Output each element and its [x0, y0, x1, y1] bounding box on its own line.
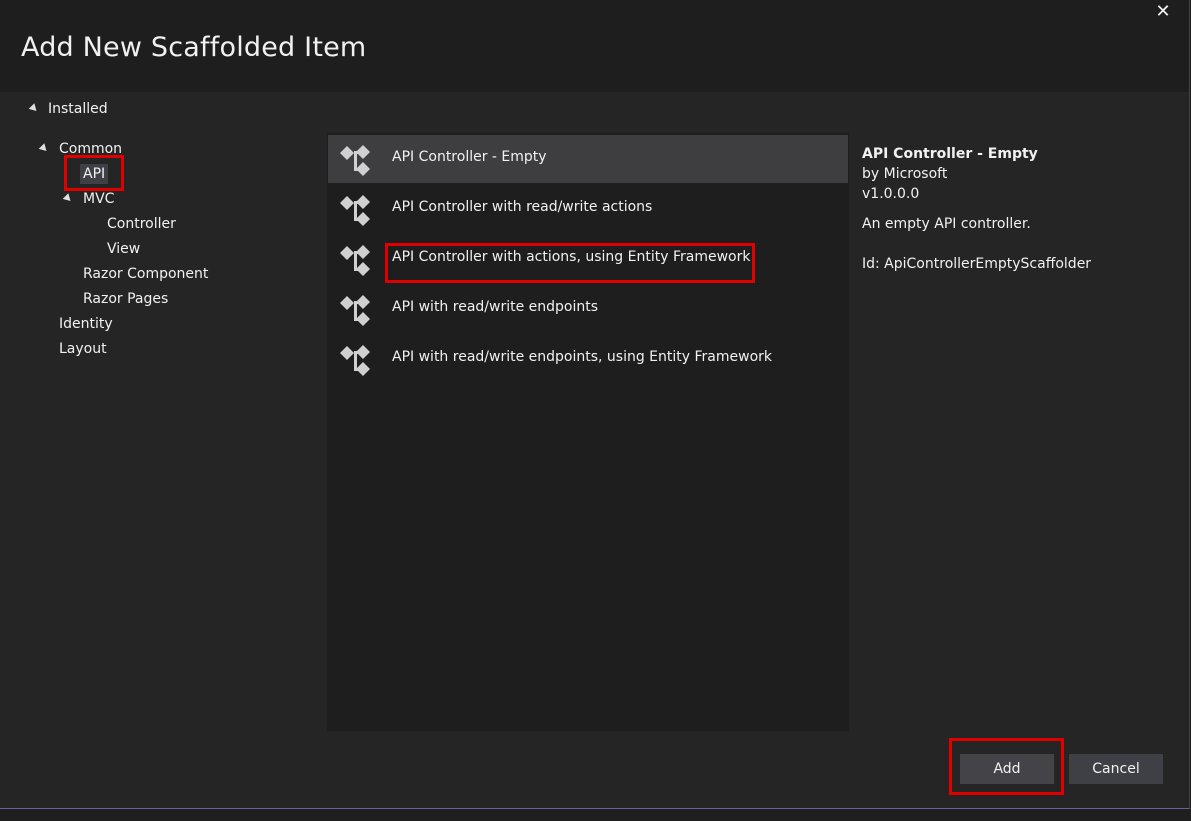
details-id: Id: ApiControllerEmptyScaffolder: [862, 256, 1092, 272]
template-item[interactable]: API Controller with read/write actions: [328, 185, 848, 233]
scaffold-icon: [340, 195, 370, 226]
expand-triangle-icon[interactable]: [28, 103, 40, 114]
dialog-title: Add New Scaffolded Item: [21, 32, 367, 63]
details-version: v1.0.0.0: [862, 186, 920, 202]
details-author: by Microsoft: [862, 166, 948, 182]
scaffold-icon: [340, 345, 370, 376]
template-item[interactable]: API with read/write endpoints: [328, 285, 848, 333]
scaffold-icon: [340, 145, 370, 176]
template-item[interactable]: API Controller with actions, using Entit…: [328, 235, 848, 283]
scaffold-icon: [340, 245, 370, 276]
tree-item-api[interactable]: API: [80, 164, 109, 184]
tree-item-view[interactable]: View: [107, 239, 140, 259]
scaffold-dialog: Add New Scaffolded Item ✕ Installed Comm…: [0, 0, 1190, 809]
close-icon[interactable]: ✕: [1151, 2, 1175, 22]
title-bar: Add New Scaffolded Item ✕: [0, 0, 1189, 92]
tree-item-razor-pages[interactable]: Razor Pages: [83, 289, 168, 309]
details-name: API Controller - Empty: [862, 146, 1038, 162]
details-description: An empty API controller.: [862, 216, 1031, 232]
template-list: API Controller - Empty API Controller wi…: [327, 133, 849, 731]
dialog-footer: Add Cancel: [0, 732, 1189, 808]
expand-triangle-icon[interactable]: [38, 143, 50, 154]
add-button[interactable]: Add: [960, 754, 1054, 784]
scaffold-icon: [340, 295, 370, 326]
cancel-button[interactable]: Cancel: [1069, 754, 1163, 784]
template-item[interactable]: API Controller - Empty: [328, 135, 848, 183]
tree-item-layout[interactable]: Layout: [59, 339, 107, 359]
details-panel: API Controller - Empty by Microsoft v1.0…: [851, 133, 1189, 731]
template-item[interactable]: API with read/write endpoints, using Ent…: [328, 335, 848, 383]
tree-item-identity[interactable]: Identity: [59, 314, 113, 334]
tree-item-razor-component[interactable]: Razor Component: [83, 264, 208, 284]
tree-item-controller[interactable]: Controller: [107, 214, 176, 234]
expand-triangle-icon[interactable]: [62, 193, 74, 204]
category-tree: Common API MVC Controller View Razor Com…: [0, 130, 320, 730]
